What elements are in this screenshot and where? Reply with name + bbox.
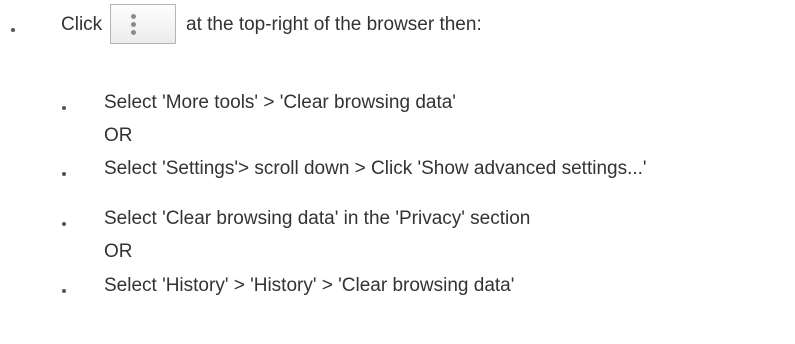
- step-2-text: Select 'Settings'> scroll down > Click '…: [104, 158, 647, 179]
- or-text-1: OR: [104, 125, 133, 146]
- sub-bullet-3: [62, 222, 66, 226]
- top-bullet: [11, 28, 15, 32]
- vertical-ellipsis-icon: [131, 14, 137, 36]
- instructions-document: Click at the top-right of the browser th…: [0, 0, 795, 344]
- sub-bullet-4: [62, 289, 66, 293]
- or-text-2: OR: [104, 241, 133, 262]
- intro-after-text: at the top-right of the browser then:: [186, 14, 482, 35]
- sub-bullet-2: [62, 172, 66, 176]
- step-3-text: Select 'Clear browsing data' in the 'Pri…: [104, 208, 531, 229]
- step-4-text: Select 'History' > 'History' > 'Clear br…: [104, 275, 515, 296]
- browser-menu-button[interactable]: [110, 4, 176, 44]
- step-1-text: Select 'More tools' > 'Clear browsing da…: [104, 92, 456, 113]
- sub-bullet-1: [62, 106, 66, 110]
- intro-click-text: Click: [61, 14, 103, 35]
